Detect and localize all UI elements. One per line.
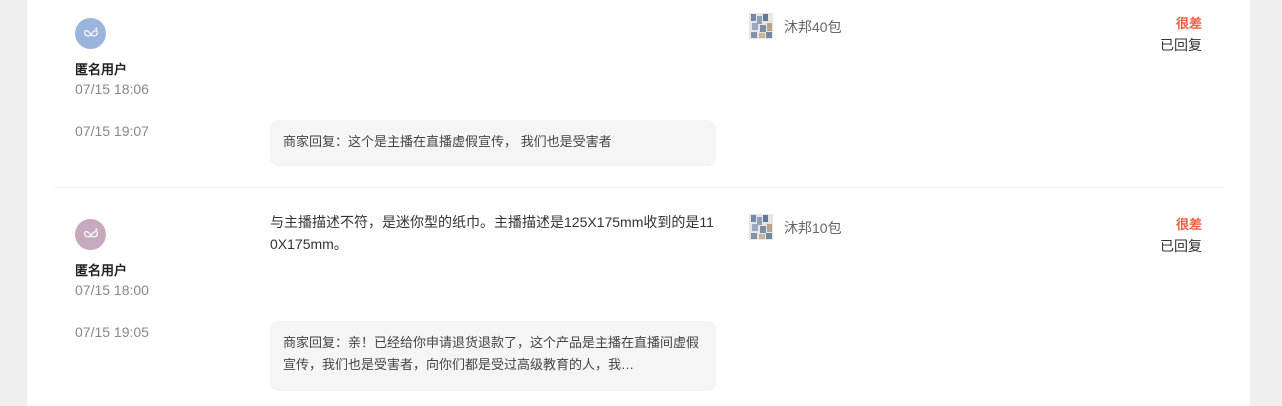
review-time: 07/15 18:06 <box>75 81 149 97</box>
review-content: 与主播描述不符，是迷你型的纸巾。主播描述是125X175mm收到的是110X17… <box>270 214 714 252</box>
username: 匿名用户 <box>75 62 128 77</box>
user-avatar <box>75 18 106 49</box>
merchant-reply: 商家回复：这个是主播在直播虚假宣传， 我们也是受害者 <box>270 120 716 166</box>
user-avatar <box>75 219 106 250</box>
rating-badge: 很差 <box>1175 217 1202 232</box>
reply-time: 07/15 19:05 <box>75 324 149 340</box>
product-thumbnail[interactable] <box>747 212 775 242</box>
product-thumbnail[interactable] <box>747 11 775 41</box>
username: 匿名用户 <box>75 263 128 278</box>
butterfly-icon <box>83 27 98 36</box>
merchant-reply-text: 商家回复：亲！已经给你申请退货退款了，这个产品是主播在直播间虚假宣传，我们也是受… <box>283 335 700 372</box>
rating-badge: 很差 <box>1175 16 1202 31</box>
merchant-reply: 商家回复：亲！已经给你申请退货退款了，这个产品是主播在直播间虚假宣传，我们也是受… <box>270 321 716 391</box>
reply-status: 已回复 <box>1160 238 1202 254</box>
butterfly-icon <box>83 228 98 237</box>
product-name[interactable]: 沐邦10包 <box>784 218 842 238</box>
merchant-reply-text: 商家回复：这个是主播在直播虚假宣传， 我们也是受害者 <box>283 134 612 149</box>
review-time: 07/15 18:00 <box>75 282 149 298</box>
review-item: 匿名用户 07/15 18:06 07/15 19:07 商家回复：这个是主播在… <box>27 0 1250 187</box>
product-name[interactable]: 沐邦40包 <box>784 17 842 37</box>
review-item: 匿名用户 07/15 18:00 07/15 19:05 与主播描述不符，是迷你… <box>27 188 1250 406</box>
reviews-panel: 匿名用户 07/15 18:06 07/15 19:07 商家回复：这个是主播在… <box>27 0 1250 406</box>
reply-time: 07/15 19:07 <box>75 123 149 139</box>
reply-status: 已回复 <box>1160 37 1202 53</box>
